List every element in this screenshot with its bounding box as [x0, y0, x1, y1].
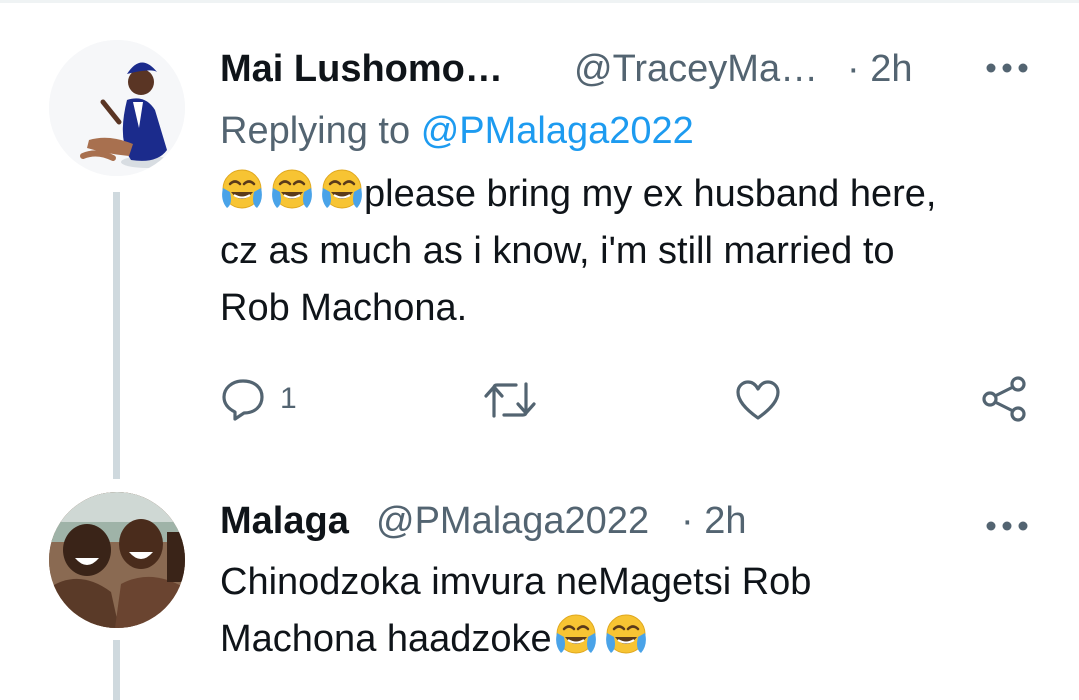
author-handle[interactable]: @PMalaga2022: [376, 500, 649, 543]
reply-count: 1: [280, 382, 297, 415]
share-icon: [982, 376, 1026, 422]
tweet-line-2: cz as much as i know, i'm still married …: [220, 230, 895, 272]
author-name[interactable]: Malaga: [220, 500, 349, 543]
heart-icon: [736, 380, 780, 420]
joy-emoji-icon: [554, 613, 598, 657]
author-name[interactable]: Mai Lushomo…: [220, 48, 503, 91]
thread-connector: [113, 192, 120, 479]
replying-mention-link[interactable]: @PMalaga2022: [421, 110, 694, 152]
more-horizontal-icon[interactable]: [985, 510, 1029, 544]
retweet-icon: [484, 382, 536, 418]
avatar[interactable]: [49, 40, 185, 176]
timestamp[interactable]: · 2h: [681, 500, 746, 543]
avatar-image: [49, 40, 185, 176]
tweet-line-text: please bring my ex husband here,: [364, 173, 937, 215]
tweet-text: Chinodzoka imvura neMagetsi Rob Machona …: [220, 554, 811, 668]
more-horizontal-icon[interactable]: [985, 52, 1029, 86]
share-button[interactable]: [980, 374, 1030, 424]
timestamp[interactable]: · 2h: [847, 48, 912, 91]
reply-button[interactable]: 1: [220, 376, 297, 422]
avatar[interactable]: [49, 492, 185, 628]
tweet-line-text: Machona haadzoke: [220, 618, 552, 660]
avatar-image: [49, 492, 185, 628]
tweet-line-1: Chinodzoka imvura neMagetsi Rob: [220, 561, 812, 603]
retweet-button[interactable]: [482, 378, 538, 422]
tweet-line-2: Machona haadzoke: [220, 611, 811, 668]
reply-icon: [222, 379, 264, 421]
tweet-line-1: please bring my ex husband here,: [220, 166, 936, 223]
tweet-1[interactable]: Mai Lushomo… @TraceyMa… · 2h Replying to…: [0, 0, 1079, 480]
replying-prefix: Replying to: [220, 110, 411, 152]
joy-emoji-icon: [320, 168, 364, 212]
joy-emoji-icon: [220, 168, 264, 212]
replying-to: Replying to @PMalaga2022: [220, 110, 694, 153]
tweet-2[interactable]: Malaga @PMalaga2022 · 2h Chinodzoka imvu…: [0, 480, 1079, 700]
joy-emoji-icon: [604, 613, 648, 657]
tweet-text: please bring my ex husband here, cz as m…: [220, 166, 936, 337]
author-handle[interactable]: @TraceyMa…: [574, 48, 818, 91]
like-button[interactable]: [734, 378, 782, 422]
thread-connector: [113, 640, 120, 700]
joy-emoji-icon: [270, 168, 314, 212]
tweet-line-3: Rob Machona.: [220, 287, 468, 329]
